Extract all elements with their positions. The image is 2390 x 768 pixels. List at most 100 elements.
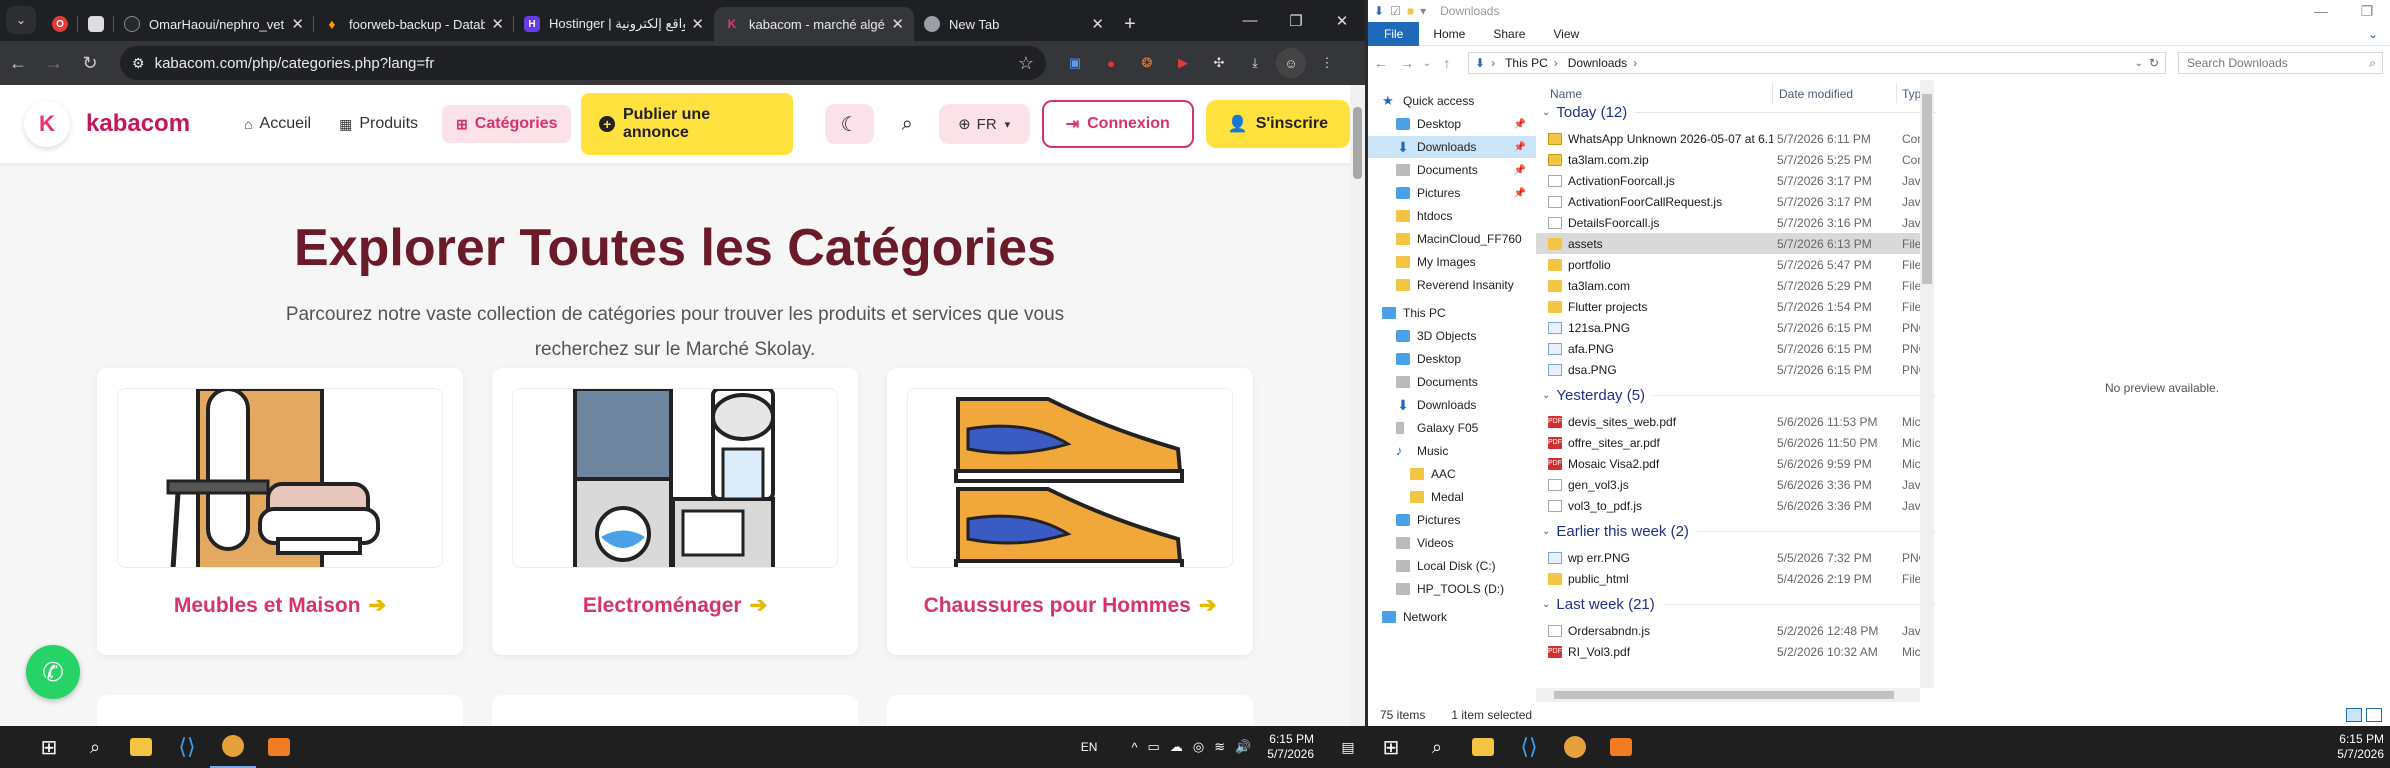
nav-macincloud[interactable]: MacinCloud_FF760 — [1368, 228, 1536, 250]
scrollbar-thumb[interactable] — [1554, 691, 1894, 699]
nav-documents[interactable]: Documents 📌 — [1368, 159, 1536, 181]
back-button[interactable]: ← — [0, 45, 36, 81]
category-card[interactable]: Electroménager ➔ — [492, 368, 858, 655]
dark-mode-toggle[interactable]: ☾ — [825, 104, 874, 144]
taskbar-xampp[interactable] — [1598, 726, 1644, 768]
restore-icon[interactable]: ❐ — [1273, 12, 1319, 30]
column-divider[interactable] — [1772, 83, 1773, 103]
login-button[interactable]: ⇥ Connexion — [1041, 100, 1194, 148]
nav-medal[interactable]: Medal — [1368, 486, 1536, 508]
file-row[interactable]: Flutter projects 5/7/2026 1:54 PM File f — [1536, 296, 1930, 317]
file-row[interactable]: dsa.PNG 5/7/2026 6:15 PM PNG — [1536, 359, 1930, 380]
file-row[interactable]: PDF RI_Vol3.pdf 5/2/2026 10:32 AM Micro — [1536, 641, 1930, 662]
nav-categories[interactable]: ⊞ Catégories — [442, 105, 572, 143]
taskbar-chrome[interactable] — [210, 726, 256, 768]
close-icon[interactable]: ✕ — [1091, 15, 1104, 33]
category-card-partial[interactable] — [492, 695, 858, 726]
menu-dots-icon[interactable]: ⋮ — [1312, 48, 1342, 78]
onedrive-icon[interactable]: ☁ — [1170, 739, 1183, 755]
file-row[interactable]: DetailsFoorcall.js5/7/2026 3:16 PMJavaS — [1536, 212, 1930, 233]
breadcrumb-thispc[interactable]: This PC — [1505, 56, 1548, 70]
whatsapp-chat-button[interactable]: ✆ — [26, 645, 80, 699]
tab-opera[interactable]: O — [42, 7, 78, 41]
nav-hptools[interactable]: HP_TOOLS (D:) — [1368, 578, 1536, 600]
folder-icon[interactable]: ■ — [1407, 4, 1414, 18]
nav-aac[interactable]: AAC — [1368, 463, 1536, 485]
file-row[interactable]: WhatsApp Unknown 2026-05-07 at 6.11.50 P… — [1536, 128, 1930, 149]
nav-accueil[interactable]: ⌂ Accueil — [230, 105, 325, 143]
bookmark-star-icon[interactable]: ☆ — [1018, 53, 1034, 74]
close-icon[interactable]: ✕ — [891, 15, 904, 33]
nav-galaxy[interactable]: Galaxy F05 — [1368, 417, 1536, 439]
close-icon[interactable]: ✕ — [691, 15, 704, 33]
address-dropdown-icon[interactable]: ⌄ — [2135, 58, 2143, 69]
column-divider[interactable] — [1896, 83, 1897, 103]
taskbar-explorer[interactable] — [1460, 726, 1506, 768]
tab-newtab[interactable]: New Tab ✕ — [914, 7, 1114, 41]
nav-localdisk[interactable]: Local Disk (C:) — [1368, 555, 1536, 577]
refresh-icon[interactable]: ↻ — [2149, 56, 2159, 70]
taskbar-search[interactable]: ⌕ — [1414, 726, 1460, 768]
address-bar[interactable]: ⚙ kabacom.com/php/categories.php?lang=fr… — [120, 46, 1046, 80]
search-button[interactable]: ⌕ — [888, 104, 927, 144]
category-label[interactable]: Electroménager ➔ — [492, 593, 858, 618]
nav-desktop2[interactable]: Desktop — [1368, 348, 1536, 370]
close-icon[interactable]: ✕ — [291, 15, 304, 33]
nav-downloads2[interactable]: ⬇ Downloads — [1368, 394, 1536, 416]
expand-ribbon-icon[interactable]: ⌄ — [2368, 27, 2378, 41]
category-card[interactable]: Meubles et Maison ➔ — [97, 368, 463, 655]
file-row[interactable]: PDF offre_sites_ar.pdf 5/6/2026 11:50 PM Mi… — [1536, 432, 1930, 453]
category-label[interactable]: Meubles et Maison ➔ — [97, 593, 463, 618]
file-row[interactable]: PDF devis_sites_web.pdf 5/6/2026 11:53 PM M… — [1536, 411, 1930, 432]
nav-videos[interactable]: Videos — [1368, 532, 1536, 554]
download-icon[interactable]: ⤓ — [1240, 48, 1270, 78]
explorer-address-bar[interactable]: ⬇ › This PC › Downloads › ⌄ ↻ — [1468, 52, 2166, 74]
tab-search-button[interactable]: ⌄ — [6, 6, 36, 34]
clock[interactable]: 6:15 PM 5/7/2026 — [1267, 732, 1314, 762]
scrollbar-thumb[interactable] — [1922, 94, 1932, 284]
notification-icon[interactable]: ▤ — [1328, 739, 1368, 756]
ribbon-tab-home[interactable]: Home — [1419, 22, 1479, 46]
volume-icon[interactable]: 🔊 — [1235, 739, 1251, 755]
nav-reverend[interactable]: Reverend Insanity — [1368, 274, 1536, 296]
nav-thispc[interactable]: This PC — [1368, 302, 1536, 324]
file-row[interactable]: assets 5/7/2026 6:13 PM File f — [1536, 233, 1930, 254]
taskbar-vscode[interactable]: ⟨⟩ — [164, 726, 210, 768]
file-row[interactable]: afa.PNG 5/7/2026 6:15 PM PNG — [1536, 338, 1930, 359]
taskbar-xampp[interactable] — [256, 726, 302, 768]
minimize-icon[interactable]: — — [1227, 12, 1273, 29]
file-row[interactable]: PDF Mosaic Visa2.pdf 5/6/2026 9:59 PM Micro — [1536, 453, 1930, 474]
record-extension-icon[interactable]: ● — [1096, 48, 1126, 78]
new-tab-button[interactable]: + — [1114, 7, 1146, 41]
tab-firebase[interactable]: ♦ foorweb-backup - Datab ✕ — [314, 7, 514, 41]
nav-music[interactable]: ♪ Music — [1368, 440, 1536, 462]
nav-produits[interactable]: ▦ Produits — [325, 105, 432, 143]
profile-avatar[interactable]: ☺ — [1276, 48, 1306, 78]
file-list-scrollbar[interactable] — [1920, 80, 1934, 688]
translate-extension-icon[interactable]: ▣ — [1060, 48, 1090, 78]
forward-icon[interactable]: → — [1394, 55, 1420, 71]
cookie-extension-icon[interactable]: ❂ — [1132, 48, 1162, 78]
language-selector[interactable]: ⊕ FR ▾ — [938, 104, 1030, 144]
nav-htdocs[interactable]: htdocs — [1368, 205, 1536, 227]
ribbon-tab-view[interactable]: View — [1539, 22, 1593, 46]
file-row[interactable]: wp err.PNG 5/5/2026 7:32 PM PNG — [1536, 547, 1930, 568]
tray-chevron-icon[interactable]: ^ — [1131, 740, 1137, 755]
clock[interactable]: 6:15 PM 5/7/2026 — [2337, 732, 2384, 762]
file-list-hscrollbar[interactable] — [1536, 688, 1920, 702]
puzzle-extensions-icon[interactable]: ✣ — [1204, 48, 1234, 78]
download-arrow-icon[interactable]: ⬇ — [1374, 4, 1384, 18]
file-row[interactable]: ta3lam.com 5/7/2026 5:29 PM File f — [1536, 275, 1930, 296]
publish-ad-button[interactable]: + Publier une annonce — [581, 93, 794, 155]
nav-3dobjects[interactable]: 3D Objects — [1368, 325, 1536, 347]
nav-pictures2[interactable]: Pictures — [1368, 509, 1536, 531]
breadcrumb-downloads[interactable]: Downloads — [1568, 56, 1627, 70]
col-name[interactable]: Name — [1550, 87, 1582, 101]
file-row[interactable]: ActivationFoorCallRequest.js 5/7/2026 3:1… — [1536, 191, 1930, 212]
ribbon-tab-file[interactable]: File — [1368, 21, 1420, 46]
category-card[interactable]: Chaussures pour Hommes ➔ — [887, 368, 1253, 655]
file-row[interactable]: public_html 5/4/2026 2:19 PM File f — [1536, 568, 1930, 589]
input-language[interactable]: EN — [1081, 740, 1098, 754]
start-button[interactable]: ⊞ — [1368, 726, 1414, 768]
media-extension-icon[interactable]: ▶ — [1168, 48, 1198, 78]
